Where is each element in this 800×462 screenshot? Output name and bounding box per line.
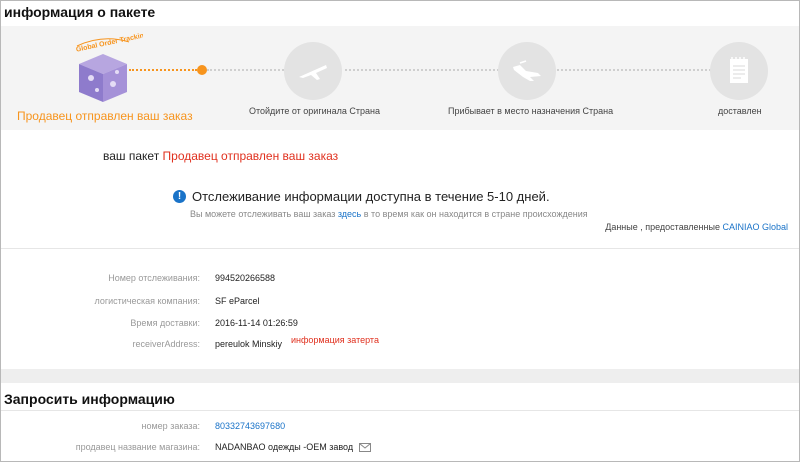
progress-line <box>207 69 287 71</box>
airplane-takeoff-icon <box>299 65 327 80</box>
tracking-number-label: Номер отслеживания: <box>108 273 200 283</box>
tracking-notice-title: Отслеживание информации доступна в течен… <box>192 189 550 204</box>
order-number-label: номер заказа: <box>141 421 200 431</box>
delivery-time-label: Время доставки: <box>130 318 200 328</box>
receipt-icon <box>730 57 748 83</box>
logistics-company-value: SF eParcel <box>215 296 260 306</box>
tracking-notice: ! Отслеживание информации доступна в теч… <box>173 189 550 204</box>
step-label-departed: Отойдите от оригинала Страна <box>249 106 380 116</box>
seller-store-value: NADANBAO одежды -OEM завод <box>215 442 354 452</box>
notice-here-link[interactable]: здесь <box>338 209 361 219</box>
provider-link[interactable]: CAINIAO Global <box>722 222 788 232</box>
package-info-title: информация о пакете <box>4 4 156 20</box>
request-info-title: Запросить информацию <box>4 391 175 407</box>
package-status-value: Продавец отправлен ваш заказ <box>162 149 339 163</box>
tracking-number-value: 994520266588 <box>215 273 276 283</box>
mail-icon[interactable] <box>358 443 371 453</box>
global-order-tracking-icon: Global Order Tracking <box>75 32 143 102</box>
receiver-address-value: pereulok Minskiy <box>215 339 283 349</box>
package-status-prefix: ваш пакет <box>103 149 160 163</box>
delivery-time-value: 2016-11-14 01:26:59 <box>215 318 298 328</box>
step-label-arrived: Прибывает в место назначения Страна <box>448 106 614 116</box>
step-delivered-icon <box>710 42 768 100</box>
step-label-shipped: Продавец отправлен ваш заказ <box>17 109 193 123</box>
progress-tracker: Global Order Tracking Продавец отправлен… <box>1 26 799 130</box>
divider <box>1 248 799 249</box>
receiver-address-label: receiverAddress: <box>132 339 200 349</box>
info-icon: ! <box>173 190 186 203</box>
step-label-delivered: доставлен <box>718 106 762 116</box>
progress-current-dot <box>197 65 207 75</box>
tracking-notice-sub: Вы можете отслеживать ваш заказ здесь в … <box>190 209 588 219</box>
masked-info-note: информация затерта <box>291 335 379 345</box>
provider-prefix: Данные , предоставленные <box>605 222 720 232</box>
seller-store-row: NADANBAO одежды -OEM завод <box>215 442 371 453</box>
seller-store-label: продавец название магазина: <box>75 442 200 452</box>
order-number-link[interactable]: 80332743697680 <box>215 421 285 431</box>
notice-sub-suffix: в то время как он находится в стране про… <box>363 209 588 219</box>
logistics-company-label: логистическая компания: <box>94 296 200 306</box>
divider <box>1 410 799 411</box>
notice-sub-prefix: Вы можете отслеживать ваш заказ <box>190 209 336 219</box>
progress-line <box>557 69 711 71</box>
package-status: ваш пакет Продавец отправлен ваш заказ <box>103 149 338 163</box>
section-separator <box>1 369 799 383</box>
progress-line <box>345 69 499 71</box>
step-departed-icon <box>284 42 342 100</box>
step-arrived-icon <box>498 42 556 100</box>
airplane-landing-icon <box>513 60 541 81</box>
data-provider: Данные , предоставленные CAINIAO Global <box>605 222 788 232</box>
